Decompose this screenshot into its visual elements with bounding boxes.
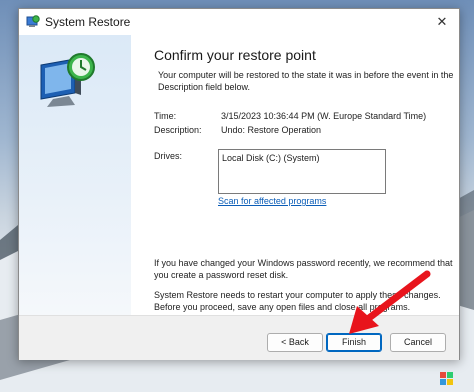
system-restore-illustration-icon — [40, 53, 95, 107]
description-value: Undo: Restore Operation — [221, 125, 322, 135]
annotation-arrow-icon — [349, 270, 431, 334]
page-title: Confirm your restore point — [154, 47, 316, 63]
title-bar: System Restore ✕ — [19, 9, 459, 35]
time-label: Time: — [154, 111, 177, 121]
system-restore-icon — [26, 15, 40, 27]
close-icon: ✕ — [436, 14, 448, 29]
side-panel — [19, 35, 131, 315]
drives-label: Drives: — [154, 151, 183, 161]
watermark-logo-icon — [440, 372, 453, 385]
time-value: 3/15/2023 10:36:44 PM (W. Europe Standar… — [221, 111, 427, 121]
back-button[interactable]: < Back — [267, 333, 323, 352]
intro-text: Your computer will be restored to the st… — [158, 70, 454, 92]
drive-item[interactable]: Local Disk (C:) (System) — [222, 153, 320, 163]
description-label: Description: — [154, 125, 202, 135]
scan-affected-programs-link[interactable]: Scan for affected programs — [218, 196, 326, 206]
drives-list[interactable]: Local Disk (C:) (System) — [218, 149, 386, 194]
window-title: System Restore — [45, 15, 131, 29]
close-button[interactable]: ✕ — [431, 12, 453, 32]
